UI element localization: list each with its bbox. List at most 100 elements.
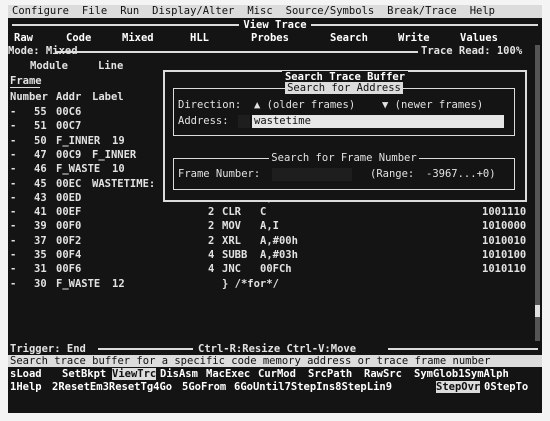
frame-opcode: CLR xyxy=(222,206,241,219)
frame-address: F_INNER xyxy=(56,134,101,147)
frame-group-title: Search for Frame Number xyxy=(269,152,419,164)
frame-address: F_WASTE xyxy=(56,277,101,290)
col-addr: Addr xyxy=(56,91,82,103)
row-marker: - xyxy=(10,220,17,233)
fkey-gofrom[interactable]: 5GoFrom xyxy=(182,381,226,393)
frame-address: 00F4 xyxy=(56,249,82,261)
col-module: Module xyxy=(30,60,68,72)
older-frames-option[interactable]: ▲ (older frames) xyxy=(254,99,355,111)
fkey-viewtrc[interactable]: ViewTrc xyxy=(112,368,157,380)
fkey-reset-go[interactable]: 2ResetEm3ResetTg4Go xyxy=(52,381,172,393)
menu-help[interactable]: Help xyxy=(470,5,495,18)
fkey-help[interactable]: 1Help xyxy=(10,381,42,393)
row-marker: - xyxy=(10,234,17,247)
frame-cycles: 4 xyxy=(208,249,215,261)
table-row[interactable]: - 39 00F0 2 MOV A,I 1010000 xyxy=(8,220,542,233)
row-marker: - xyxy=(10,134,17,147)
toolbar-probes[interactable]: Probes xyxy=(251,32,289,45)
frame-number: 45 xyxy=(34,177,47,190)
frame-operand: A,#00h xyxy=(260,234,298,247)
table-row[interactable]: - 37 00F2 2 XRL A,#00h 1010010 xyxy=(8,235,542,248)
toolbar-search[interactable]: Search xyxy=(330,32,368,45)
frame-address: 00C6 xyxy=(56,106,82,118)
frame-number: 50 xyxy=(34,134,47,147)
toolbar-raw[interactable]: Raw xyxy=(14,32,33,45)
frame-line: 19 xyxy=(112,134,125,147)
fkey-disasm[interactable]: DisAsm xyxy=(160,368,198,380)
table-row[interactable]: - 30 F_WASTE 12} /*for*/ xyxy=(8,278,542,291)
fkey-sload[interactable]: sLoad xyxy=(10,368,42,380)
trace-read-status: Trace Read: 100% xyxy=(418,45,523,58)
fkey-curmod[interactable]: CurMod xyxy=(258,368,296,380)
frame-opcode: XRL xyxy=(222,234,241,247)
fkey-row-2: 1Help 2ResetEm3ResetTg4Go 5GoFrom 6GoUnt… xyxy=(8,381,542,393)
frame-number-input[interactable] xyxy=(272,168,352,181)
address-input-prefix xyxy=(238,115,250,128)
frame-address: F_WASTE xyxy=(56,163,101,176)
trigger-divider-right xyxy=(388,348,538,350)
frame-opcode: } /*for*/ xyxy=(222,277,279,290)
frame-opcode: JNC xyxy=(222,263,241,276)
toolbar-code[interactable]: Code xyxy=(66,32,91,45)
frame-address: 00F2 xyxy=(56,234,82,247)
col-number: Number xyxy=(10,91,48,103)
fkey-stepto[interactable]: 0StepTo xyxy=(484,381,528,393)
table-row[interactable]: - 35 00F4 4 SUBB A,#03h 1010100 xyxy=(8,249,542,262)
fkey-srcpath[interactable]: SrcPath xyxy=(308,368,352,380)
trace-scrollbar[interactable] xyxy=(535,45,540,341)
frame-number: 55 xyxy=(34,106,47,118)
toolbar-values[interactable]: Values xyxy=(460,32,498,45)
frame-label: WASTETIME: xyxy=(92,177,156,190)
fkey-gountil-step[interactable]: 6GoUntil7StepIns8StepLin9 xyxy=(234,381,392,393)
newer-frames-option[interactable]: ▼ (newer frames) xyxy=(382,99,483,111)
col-label: Label xyxy=(92,91,124,103)
frame-cycles: 2 xyxy=(208,220,215,233)
row-marker: - xyxy=(10,177,17,190)
menu-misc[interactable]: Misc xyxy=(247,5,272,18)
menu-configure[interactable]: Configure xyxy=(12,5,69,18)
mode-label: Mode: Mixed xyxy=(8,45,78,57)
menu-file[interactable]: File xyxy=(82,5,107,18)
col-frame-underline xyxy=(10,87,40,88)
address-group-title: Search for Address xyxy=(285,82,403,94)
fkey-setbkpt[interactable]: SetBkpt xyxy=(62,368,106,380)
frame-opcode: SUBB xyxy=(222,249,248,261)
row-marker: - xyxy=(10,148,17,161)
fkey-rawsrc[interactable]: RawSrc xyxy=(364,368,402,380)
frame-number: 31 xyxy=(34,263,47,276)
address-search-group: Search for Address Direction: ▲ (older f… xyxy=(173,82,515,136)
col-line: Line xyxy=(98,60,124,72)
frame-address: 00C9 xyxy=(56,148,82,161)
window-title: View Trace xyxy=(239,19,311,31)
menu-display-alter[interactable]: Display/Alter xyxy=(152,5,234,18)
frame-number: 35 xyxy=(34,249,47,261)
address-input[interactable]: wastetime xyxy=(252,115,504,128)
trigger-divider-left xyxy=(98,348,193,350)
menu-source-symbols[interactable]: Source/Symbols xyxy=(286,5,375,18)
toolbar-hll[interactable]: HLL xyxy=(190,32,209,45)
frame-address: 00EF xyxy=(56,206,82,219)
frame-number: 41 xyxy=(34,206,47,219)
address-label: Address: xyxy=(178,115,229,127)
frame-line: 12 xyxy=(112,277,125,290)
frame-cycles: 4 xyxy=(208,263,215,276)
toolbar-mixed[interactable]: Mixed xyxy=(122,32,154,45)
menu-run[interactable]: Run xyxy=(120,5,139,18)
frame-cycles: 2 xyxy=(208,206,215,219)
frame-number: 46 xyxy=(34,163,47,176)
frame-number: 30 xyxy=(34,277,47,290)
toolbar-write[interactable]: Write xyxy=(398,32,430,45)
frame-address: 00ED xyxy=(56,191,82,204)
table-row[interactable]: - 31 00F6 4 JNC 00FCh 1010110 xyxy=(8,263,542,276)
frame-number: 39 xyxy=(34,220,47,233)
fkey-macexec[interactable]: MacExec xyxy=(206,368,250,380)
frame-operand: A,I xyxy=(260,220,279,233)
fkey-symglob-symalph[interactable]: SymGlob1SymAlph xyxy=(414,368,509,380)
frame-address: 00EC xyxy=(56,177,82,190)
mode-divider xyxy=(56,51,456,53)
menu-break-trace[interactable]: Break/Trace xyxy=(387,5,457,18)
fkey-stepovr[interactable]: StepOvr xyxy=(436,381,481,393)
frame-bits: 1010000 xyxy=(482,220,527,233)
table-row[interactable]: - 41 00EF 2 CLR C 1001110 xyxy=(8,206,542,219)
scrollbar-thumb[interactable] xyxy=(535,305,540,317)
